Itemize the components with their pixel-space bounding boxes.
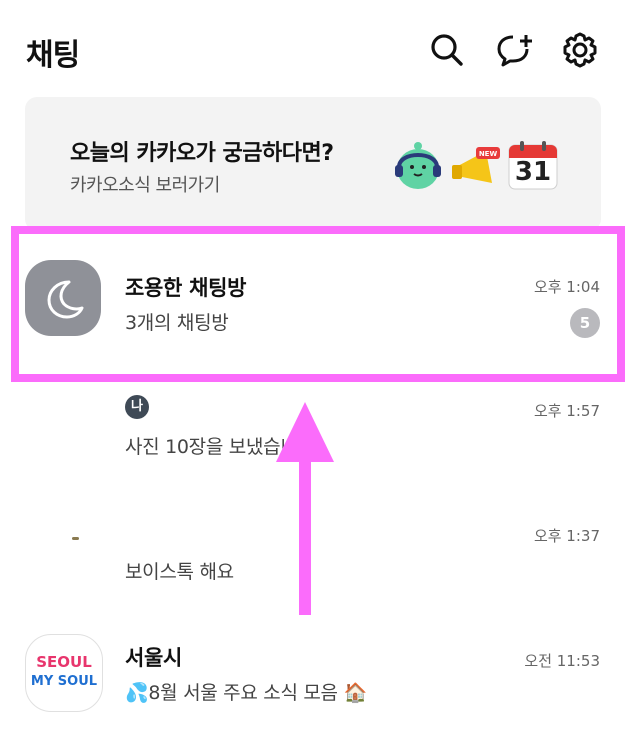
search-icon[interactable]	[427, 30, 467, 70]
highlight-box	[11, 226, 625, 382]
chat-row-seoul[interactable]: SEOUL MY SOUL 서울시 💦8월 서울 주요 소식 모음 🏠 오전 1…	[0, 620, 625, 740]
up-arrow-icon	[276, 402, 334, 615]
new-chat-icon[interactable]	[495, 30, 535, 70]
chat-time: 오후 1:37	[533, 527, 600, 545]
chat-time: 오전 11:53	[524, 652, 600, 670]
kakao-news-banner[interactable]: 오늘의 카카오가 궁금하다면? 카카오소식 보러가기 NEW 31	[25, 97, 601, 231]
banner-subtitle: 카카오소식 보러가기	[70, 175, 220, 196]
calendar-icon: 31	[507, 139, 559, 195]
chat-time: 오후 1:57	[533, 402, 600, 420]
me-chip: 나	[125, 395, 149, 419]
character-headset-icon	[390, 137, 446, 197]
page-title: 채팅	[26, 38, 80, 73]
svg-text:NEW: NEW	[479, 150, 498, 158]
settings-icon[interactable]	[560, 30, 600, 70]
chat-name: 서울시	[125, 646, 183, 670]
chat-preview: 보이스톡 해요	[125, 561, 234, 583]
seoul-logo-avatar: SEOUL MY SOUL	[25, 634, 103, 712]
avatar	[72, 537, 79, 540]
calendar-day: 31	[514, 157, 552, 187]
header: 채팅	[0, 0, 625, 100]
chat-preview: 💦8월 서울 주요 소식 모음 🏠	[125, 682, 367, 704]
megaphone-icon: NEW	[450, 145, 502, 195]
banner-title: 오늘의 카카오가 궁금하다면?	[70, 141, 334, 166]
